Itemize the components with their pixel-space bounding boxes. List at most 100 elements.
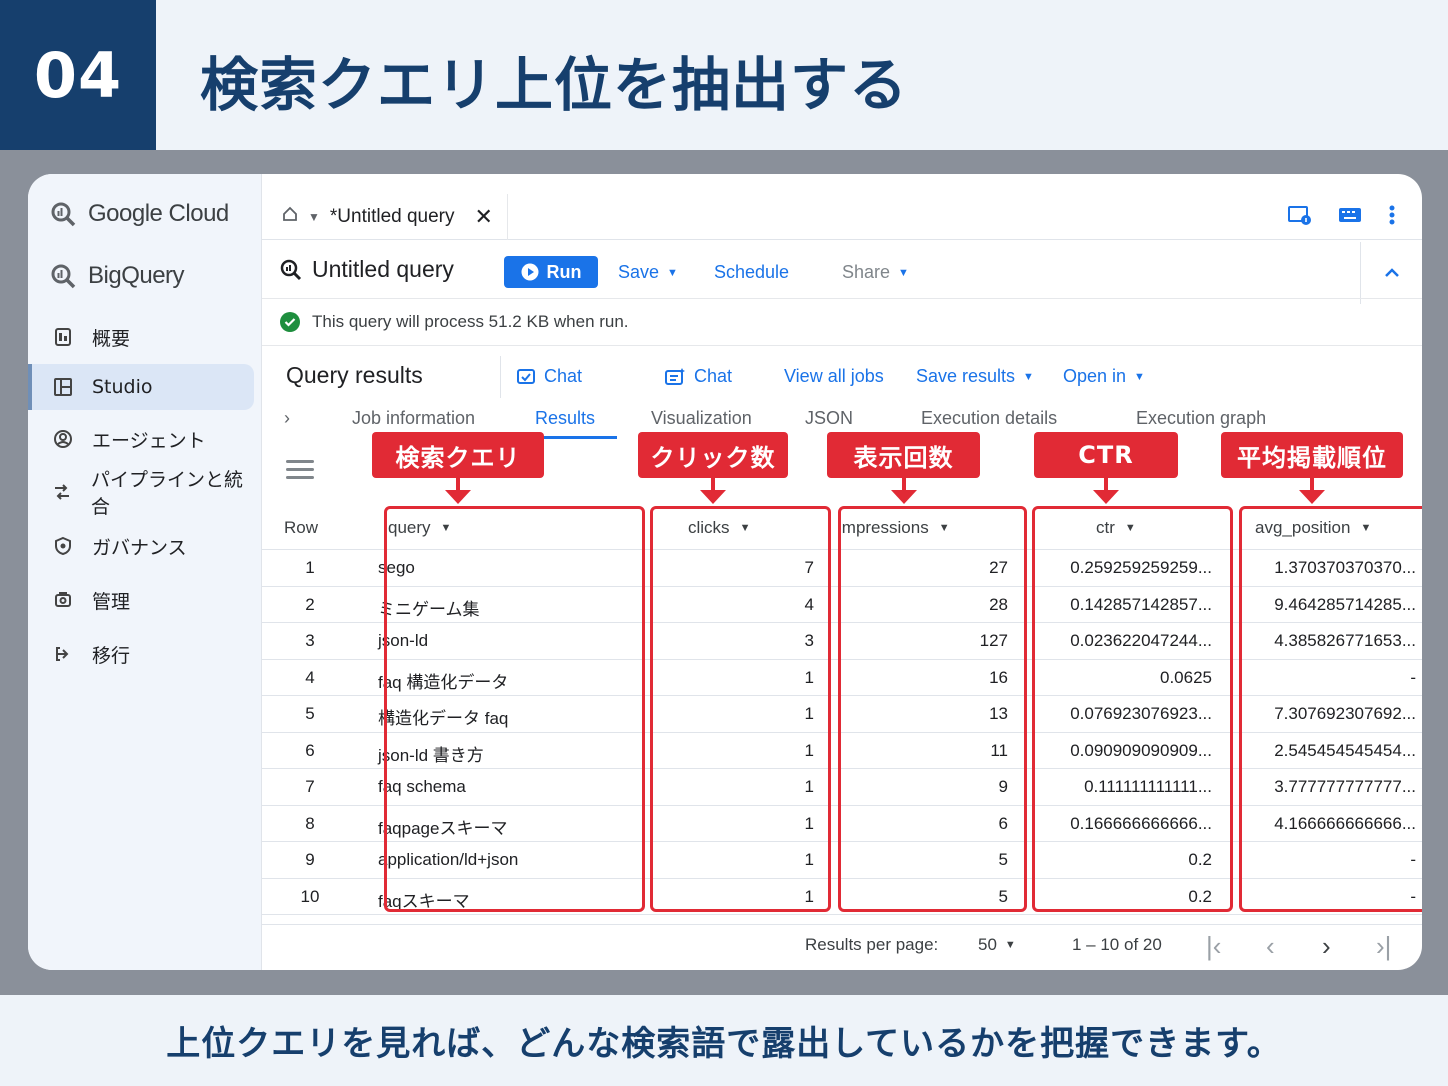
check-circle-icon	[280, 312, 300, 332]
chevron-up-icon	[1384, 268, 1399, 277]
sidebar: Google Cloud BigQuery 概要 Studio エージェント パ…	[28, 174, 262, 970]
agent-icon	[52, 428, 74, 450]
prev-page-icon[interactable]: ‹	[1266, 931, 1275, 962]
cell-row: 5	[305, 704, 315, 723]
annotation-impressions: 表示回数	[827, 432, 980, 478]
schedule-label: Schedule	[714, 262, 790, 282]
chevron-right-icon[interactable]: ›	[284, 408, 290, 429]
cell-row: 4	[305, 667, 315, 687]
page-title: 検索クエリ上位を抽出する	[200, 51, 909, 119]
collapse-editor-button[interactable]	[1360, 242, 1422, 304]
query-title: Untitled query	[280, 256, 454, 283]
tab-job-information[interactable]: Job information	[352, 408, 475, 429]
studio-icon	[52, 376, 74, 398]
chevron-down-icon[interactable]: ▼	[308, 210, 320, 224]
pagination: Results per page: 50 ▼ 1 – 10 of 20 |‹ ‹ …	[262, 924, 1422, 964]
view-all-jobs-link[interactable]: View all jobs	[784, 366, 884, 387]
home-icon[interactable]	[282, 206, 298, 228]
sidebar-item-label: Studio	[92, 376, 153, 398]
cell-row: 3	[305, 631, 315, 650]
tab-json[interactable]: JSON	[805, 408, 853, 429]
tabbar-actions	[1288, 204, 1396, 231]
step-number: 04	[0, 0, 156, 150]
per-page-label: Results per page:	[805, 935, 939, 954]
per-page-select[interactable]: 50 ▼	[978, 935, 1016, 955]
run-label: Run	[546, 261, 582, 282]
google-cloud-logo[interactable]: Google Cloud	[50, 200, 229, 228]
sidebar-item-pipeline[interactable]: パイプラインと統合	[28, 469, 254, 518]
annotation-arrow-head	[700, 490, 726, 504]
play-icon	[521, 263, 538, 281]
chat-label: Chat	[694, 366, 733, 386]
per-page-value: 50	[978, 935, 997, 954]
close-icon[interactable]: ✕	[475, 204, 493, 230]
chat-button-1[interactable]: Chat	[516, 366, 582, 387]
query-icon	[280, 259, 302, 280]
pipeline-icon	[52, 481, 73, 503]
tab-label: *Untitled query	[329, 206, 455, 227]
last-page-icon[interactable]: ›|	[1376, 931, 1391, 962]
tab-execution-graph[interactable]: Execution graph	[1136, 408, 1266, 429]
annotation-avg-position: 平均掲載順位	[1221, 432, 1403, 478]
chevron-down-icon: ▼	[1004, 939, 1016, 951]
first-page-icon[interactable]: |‹	[1206, 931, 1221, 962]
header-banner: 04 検索クエリ上位を抽出する	[0, 0, 1448, 150]
sidebar-item-agent[interactable]: エージェント	[28, 416, 254, 462]
tab-execution-details[interactable]: Execution details	[921, 408, 1057, 429]
sidebar-item-migration[interactable]: 移行	[28, 631, 254, 677]
sidebar-item-label: パイプラインと統合	[90, 469, 243, 518]
save-results-button[interactable]: Save results ▼	[916, 366, 1034, 387]
keyboard-icon[interactable]	[1338, 204, 1362, 231]
results-title: Query results	[286, 362, 423, 388]
more-vert-icon[interactable]	[1388, 204, 1396, 231]
chat-button-2[interactable]: Chat	[664, 366, 732, 387]
annotation-arrow-head	[891, 490, 917, 504]
cell-row: 8	[305, 813, 315, 833]
chat-spark-icon	[665, 367, 685, 385]
query-title-text: Untitled query	[312, 256, 454, 282]
header-row: Row	[284, 518, 319, 537]
share-label: Share	[842, 262, 891, 282]
run-button[interactable]: Run	[504, 256, 598, 288]
tab-results[interactable]: Results	[535, 408, 595, 429]
open-in-button[interactable]: Open in ▼	[1063, 366, 1145, 387]
brand-label: Google Cloud	[88, 200, 229, 227]
governance-icon	[52, 535, 74, 557]
sidebar-item-label: ガバナンス	[92, 536, 187, 559]
sidebar-item-label: 移行	[92, 644, 131, 667]
view-all-jobs-label: View all jobs	[784, 366, 884, 386]
sidebar-item-label: 概要	[92, 327, 131, 350]
chevron-down-icon: ▼	[1134, 370, 1145, 383]
highlight-clicks-column	[650, 506, 831, 912]
sidebar-item-governance[interactable]: ガバナンス	[28, 523, 254, 569]
query-validator: This query will process 51.2 KB when run…	[262, 298, 1422, 346]
chat-icon	[517, 368, 535, 384]
sidebar-item-studio[interactable]: Studio	[28, 364, 254, 410]
tab-untitled-query[interactable]: ▼ *Untitled query ✕	[268, 194, 508, 240]
cell-row: 6	[305, 740, 315, 760]
annotation-arrow-head	[1093, 490, 1119, 504]
share-button[interactable]: Share ▼	[842, 262, 909, 283]
sidebar-item-admin[interactable]: 管理	[28, 577, 254, 623]
open-in-label: Open in	[1063, 366, 1127, 386]
cell-row: 7	[305, 777, 315, 796]
overview-icon	[52, 326, 74, 348]
admin-icon	[52, 589, 74, 611]
schedule-button[interactable]: Schedule	[714, 262, 789, 283]
bigquery-product-icon	[51, 264, 76, 289]
sidebar-item-overview[interactable]: 概要	[28, 314, 254, 360]
chat-label: Chat	[544, 366, 583, 386]
caption: 上位クエリを見れば、どんな検索語で露出しているかを把握できます。	[0, 995, 1448, 1086]
migration-icon	[52, 643, 74, 665]
next-page-icon[interactable]: ›	[1322, 931, 1331, 962]
tab-visualization[interactable]: Visualization	[651, 408, 752, 429]
highlight-query-column	[384, 506, 645, 912]
bigquery-product[interactable]: BigQuery	[50, 262, 185, 290]
cell-row: 2	[305, 594, 315, 614]
save-button[interactable]: Save ▼	[618, 262, 678, 283]
chevron-down-icon: ▼	[1023, 370, 1034, 383]
sidebar-item-label: エージェント	[92, 429, 206, 452]
menu-icon[interactable]	[286, 460, 314, 480]
highlight-ctr-column	[1032, 506, 1233, 912]
window-info-icon[interactable]	[1288, 204, 1312, 231]
